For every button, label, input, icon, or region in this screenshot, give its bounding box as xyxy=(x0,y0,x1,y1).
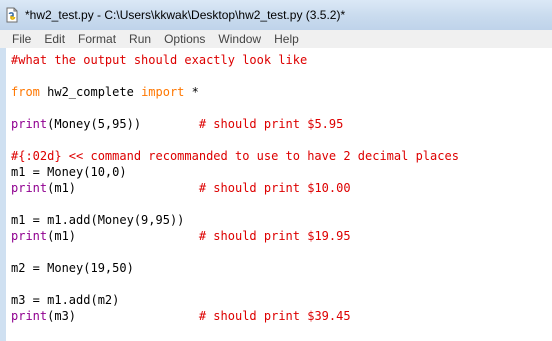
code-token: m1 = m1.add(Money(9,95)) xyxy=(11,213,185,227)
code-token: print xyxy=(11,181,48,195)
code-token: (m3) xyxy=(47,309,199,323)
code-token: # should print $39.45 xyxy=(198,309,351,323)
code-line[interactable]: m1 = m1.add(Money(9,95)) xyxy=(11,212,552,228)
code-token: m3 = m1.add(m2) xyxy=(11,293,120,307)
code-token: m2 = Money(19,50) xyxy=(11,261,134,275)
code-line[interactable]: print(m1) # should print $19.95 xyxy=(11,228,552,244)
menu-format[interactable]: Format xyxy=(78,32,116,46)
code-token: #{:02d} << command recommanded to use to… xyxy=(11,149,459,163)
menu-edit[interactable]: Edit xyxy=(44,32,65,46)
code-token: # should print $5.95 xyxy=(198,117,344,131)
code-line[interactable] xyxy=(11,196,552,212)
code-token: from xyxy=(11,85,40,99)
code-token: (m1) xyxy=(47,229,199,243)
code-editor[interactable]: #what the output should exactly look lik… xyxy=(6,48,552,341)
menu-options[interactable]: Options xyxy=(164,32,205,46)
code-line[interactable]: print(m3) # should print $39.45 xyxy=(11,308,552,324)
code-token: # should print $10.00 xyxy=(198,181,351,195)
code-line[interactable] xyxy=(11,244,552,260)
menu-window[interactable]: Window xyxy=(218,32,261,46)
idle-editor-window: *hw2_test.py - C:\Users\kkwak\Desktop\hw… xyxy=(0,0,552,341)
code-line[interactable]: m2 = Money(19,50) xyxy=(11,260,552,276)
code-token: (m1) xyxy=(47,181,199,195)
title-bar[interactable]: *hw2_test.py - C:\Users\kkwak\Desktop\hw… xyxy=(0,0,552,30)
code-line[interactable]: m1 = Money(10,0) xyxy=(11,164,552,180)
code-line[interactable]: m3 = m1.add(m2) xyxy=(11,292,552,308)
code-line[interactable]: from hw2_complete import * xyxy=(11,84,552,100)
code-line[interactable]: #what the output should exactly look lik… xyxy=(11,52,552,68)
code-token: # should print $19.95 xyxy=(198,229,351,243)
menu-bar: File Edit Format Run Options Window Help xyxy=(0,30,552,48)
code-token: import xyxy=(141,85,185,99)
menu-file[interactable]: File xyxy=(12,32,31,46)
python-file-icon xyxy=(6,7,18,23)
code-line[interactable] xyxy=(11,276,552,292)
code-token: print xyxy=(11,309,48,323)
code-line[interactable]: print(Money(5,95)) # should print $5.95 xyxy=(11,116,552,132)
code-token: * xyxy=(184,85,199,99)
menu-help[interactable]: Help xyxy=(274,32,299,46)
code-token: print xyxy=(11,229,48,243)
code-token: print xyxy=(11,117,48,131)
code-line[interactable]: #{:02d} << command recommanded to use to… xyxy=(11,148,552,164)
window-title: *hw2_test.py - C:\Users\kkwak\Desktop\hw… xyxy=(25,8,346,22)
code-token: #what the output should exactly look lik… xyxy=(11,53,308,67)
menu-run[interactable]: Run xyxy=(129,32,151,46)
code-line[interactable]: print(m1) # should print $10.00 xyxy=(11,180,552,196)
code-line[interactable] xyxy=(11,68,552,84)
code-token: m1 = Money(10,0) xyxy=(11,165,127,179)
code-line[interactable] xyxy=(11,132,552,148)
code-line[interactable] xyxy=(11,100,552,116)
code-token: hw2_complete xyxy=(39,85,142,99)
code-token: (Money(5,95)) xyxy=(47,117,199,131)
